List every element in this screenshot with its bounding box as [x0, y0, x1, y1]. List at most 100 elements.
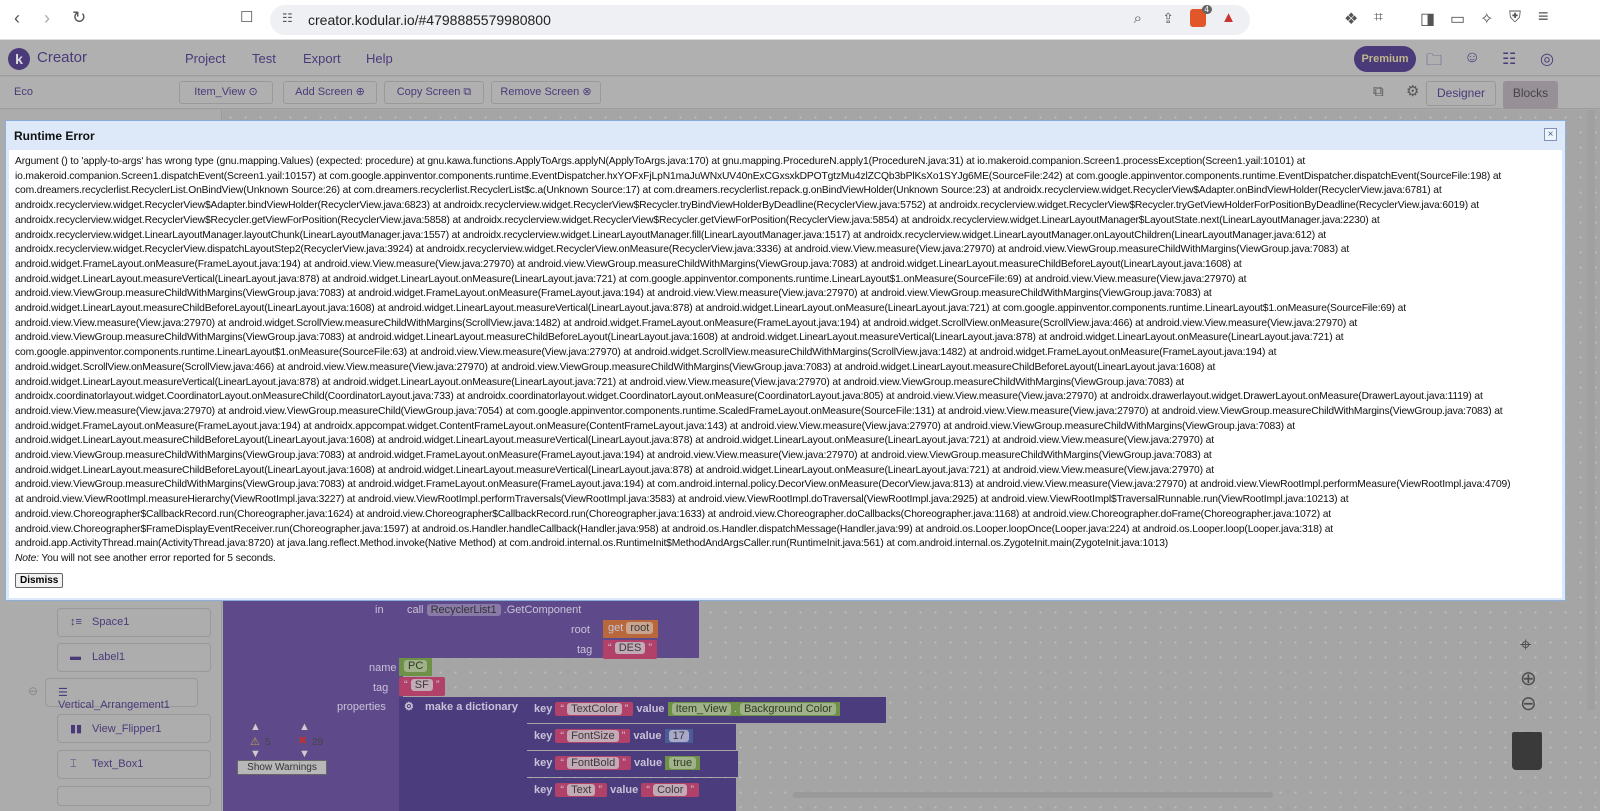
dialog-title: Runtime Error [14, 129, 95, 143]
menu-project[interactable]: Project [185, 51, 225, 66]
stack-line: com.google.appinventor.components.runtim… [15, 347, 1277, 359]
close-icon[interactable]: × [1544, 128, 1557, 141]
error-count: 29 [312, 737, 324, 748]
tag-label-2: tag [373, 682, 389, 694]
stack-line: androidx.coordinatorlayout.widget.Coordi… [15, 391, 1483, 403]
stack-line: android.view.ViewGroup.measureChildWithM… [15, 450, 1212, 462]
blocks-tab[interactable]: Blocks [1503, 81, 1558, 109]
pc-block[interactable]: PC [399, 658, 433, 676]
vpn-icon[interactable]: ⛨ [1509, 9, 1521, 27]
share-icon[interactable]: ⇪ [1162, 10, 1174, 27]
sidebar-icon[interactable]: ◨ [1420, 9, 1435, 29]
stack-line: android.widget.LinearLayout.measureChild… [15, 303, 1406, 315]
stack-line: androidx.recyclerview.widget.RecyclerVie… [15, 200, 1479, 212]
dismiss-button[interactable]: Dismiss [15, 572, 64, 588]
stack-line: android.app.ActivityThread.main(Activity… [15, 538, 1169, 550]
copy-screen-button[interactable]: Copy Screen ⧉ [384, 81, 484, 104]
reload-icon[interactable]: ↻ [72, 8, 86, 28]
screen-selector[interactable]: Item_View ⊙ [179, 81, 273, 104]
pair-block-1[interactable]: key “ TextColor ” value Item_View . Back… [526, 697, 886, 723]
show-warnings-button[interactable]: Show Warnings [237, 760, 327, 775]
collapse-icon[interactable]: ⊖ [28, 684, 38, 698]
brave-rewards-icon[interactable]: ▲ [1221, 9, 1236, 26]
wallet-icon[interactable]: ▭ [1450, 9, 1465, 29]
textbox-icon: ⌶ [70, 758, 77, 770]
forward-icon[interactable]: › [44, 8, 50, 29]
properties-label: properties [337, 701, 386, 713]
warning-icon: ⚠ [250, 736, 260, 748]
text-sf-block[interactable]: “ SF ” [399, 677, 445, 696]
zoom-out-icon[interactable]: ⊖ [1520, 691, 1537, 716]
app-title: Creator [37, 49, 88, 66]
search-tab-icon[interactable]: ⌗ [1374, 9, 1383, 27]
component-text-box1[interactable]: ⌶ Text_Box1 [57, 750, 211, 779]
settings-gear-icon[interactable]: ⚙ [1406, 82, 1419, 100]
docs-icon[interactable]: ☷ [1502, 49, 1516, 69]
stack-line: Argument () to 'apply-to-args' has wrong… [15, 156, 1306, 167]
menu-test[interactable]: Test [252, 51, 276, 66]
menu-icon[interactable]: ≡ [1538, 6, 1549, 27]
premium-button[interactable]: Premium [1354, 46, 1416, 72]
stack-line: io.makeroid.companion.Screen1.dispatchEv… [15, 170, 1502, 182]
trash-icon[interactable] [1512, 732, 1542, 770]
get-root-block[interactable]: get root [603, 620, 659, 638]
stack-line: at android.view.ViewRootImpl.measureHier… [15, 494, 1349, 506]
next-error-icon[interactable]: ▼ [299, 748, 310, 760]
stack-line: androidx.recyclerview.widget.RecyclerVie… [15, 244, 1350, 256]
browser-toolbar: ‹ › ↻ ☐ ☷ creator.kodular.io/#4798885579… [0, 0, 1600, 40]
vertical-scrollbar[interactable] [1587, 110, 1595, 710]
menu-export[interactable]: Export [303, 51, 341, 66]
name-label: name [369, 662, 397, 674]
mutator-gear-icon: ⚙ [404, 701, 414, 713]
stack-line: androidx.recyclerview.widget.RecyclerVie… [15, 214, 1380, 226]
site-info-icon[interactable]: ☷ [282, 11, 293, 25]
projects-folder-icon[interactable]: 🗀 [1426, 49, 1442, 76]
stack-line: android.view.ViewGroup.measureChildWithM… [15, 479, 1511, 491]
prev-error-icon[interactable]: ▲ [299, 721, 310, 733]
kodular-logo: k [8, 48, 30, 70]
component-item[interactable] [57, 786, 211, 806]
stack-line: android.widget.LinearLayout.measureVerti… [15, 376, 1184, 388]
back-icon[interactable]: ‹ [14, 8, 20, 29]
next-warning-icon[interactable]: ▼ [250, 748, 261, 760]
stack-line: android.widget.FrameLayout.onMeasure(Fra… [15, 420, 1295, 432]
remove-screen-button[interactable]: Remove Screen ⊗ [491, 81, 601, 104]
vertical-arrangement-icon: ☰ [58, 687, 68, 699]
brave-shield-icon[interactable]: 4 [1190, 5, 1212, 27]
project-name: Eco [14, 86, 33, 98]
view-flipper-icon: ▮▮ [70, 723, 83, 735]
pair-block-2[interactable]: key “ FontSize ” value 17 [526, 724, 736, 750]
component-vertical-arrangement1[interactable]: ☰Vertical_Arrangement1 [45, 678, 198, 711]
stack-line: android.view.View.measure(View.java:2797… [15, 405, 1503, 417]
in-label: in [375, 604, 384, 616]
zoom-in-icon[interactable]: ⊕ [1520, 666, 1537, 691]
bookmark-icon[interactable]: ☐ [240, 8, 253, 26]
stack-line: android.widget.LinearLayout.measureVerti… [15, 273, 1247, 285]
add-screen-button[interactable]: Add Screen ⊕ [283, 81, 377, 104]
community-icon[interactable]: ☺ [1464, 49, 1480, 67]
horizontal-scrollbar[interactable] [793, 792, 1273, 798]
pair-block-3[interactable]: key “ FontBold ” value true [526, 751, 738, 777]
zoom-icon[interactable]: ⌕ [1134, 10, 1142, 27]
error-note: Note: You will not see another error rep… [15, 552, 276, 564]
stack-line: android.widget.LinearLayout.measureChild… [15, 464, 1214, 476]
address-bar[interactable]: ☷ creator.kodular.io/#4798885579980800 ⌕… [270, 5, 1250, 35]
gallery-icon[interactable]: ⧉ [1373, 83, 1384, 100]
make-dictionary-block[interactable]: ⚙ make a dictionary [399, 697, 527, 811]
component-view-flipper1[interactable]: ▮▮ View_Flipper1 [57, 714, 211, 743]
component-space1[interactable]: ↕≡ Space1 [57, 608, 211, 637]
root-label: root [571, 624, 590, 636]
extensions-icon[interactable]: ❖ [1344, 9, 1358, 29]
prev-warning-icon[interactable]: ▲ [250, 721, 261, 733]
designer-tab[interactable]: Designer [1426, 81, 1496, 106]
pair-block-4[interactable]: key “ Text ” value “ Color ” [526, 778, 736, 811]
stack-line: android.view.ViewGroup.measureChildWithM… [15, 288, 1212, 300]
center-icon[interactable]: ⌖ [1520, 634, 1531, 657]
component-label1[interactable]: ▬ Label1 [57, 643, 211, 672]
leo-ai-icon[interactable]: ✧ [1480, 9, 1493, 29]
account-icon[interactable]: ◎ [1540, 49, 1554, 69]
menu-help[interactable]: Help [366, 51, 393, 66]
stack-line: android.view.Choreographer$FrameDisplayE… [15, 523, 1334, 535]
text-des-block[interactable]: “ DES ” [603, 640, 658, 659]
stack-line: android.widget.LinearLayout.measureChild… [15, 435, 1214, 447]
